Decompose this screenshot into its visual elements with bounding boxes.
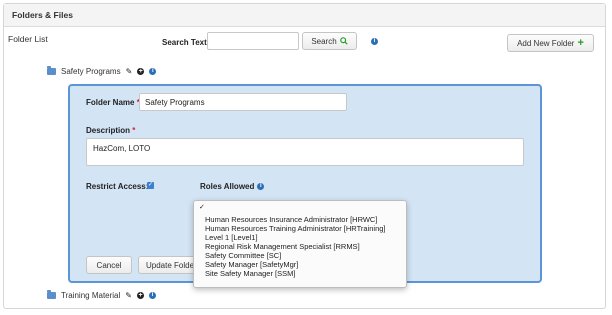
roles-allowed-text: Roles Allowed	[200, 182, 255, 191]
add-new-folder-button[interactable]: Add New Folder +	[507, 34, 594, 52]
folder-name-label-text: Folder Name	[86, 98, 135, 107]
folder-icon	[47, 290, 56, 299]
description-label-text: Description	[86, 126, 131, 135]
folder-item-training-material[interactable]: Training Material ✎ + i	[47, 290, 156, 300]
folder-name-label: Folder Name *	[86, 98, 140, 107]
folder-name[interactable]: Training Material	[61, 291, 120, 300]
folder-list-label: Folder List	[8, 34, 48, 44]
restrict-access-label: Restrict Access:	[86, 182, 149, 191]
pencil-icon[interactable]: ✎	[126, 67, 133, 76]
dropdown-selected-check[interactable]: ✓	[194, 203, 406, 215]
plus-icon: +	[577, 37, 584, 49]
restrict-access-checkbox[interactable]: ✓	[147, 182, 154, 189]
add-subfolder-icon[interactable]: +	[137, 68, 145, 75]
description-label: Description *	[86, 126, 135, 135]
add-new-folder-label: Add New Folder	[517, 38, 575, 48]
roles-info-icon[interactable]: i	[257, 183, 265, 190]
search-button[interactable]: Search	[302, 32, 357, 50]
roles-allowed-label: Roles Allowed i	[200, 182, 265, 191]
folder-info-icon[interactable]: i	[148, 292, 156, 299]
dropdown-option[interactable]: Human Resources Insurance Administrator …	[194, 215, 406, 224]
search-text-label: Search Text	[162, 38, 207, 47]
pencil-icon[interactable]: ✎	[125, 291, 132, 300]
dropdown-option[interactable]: Safety Committee [SC]	[194, 251, 406, 260]
required-marker: *	[132, 126, 136, 135]
dropdown-option[interactable]: Human Resources Training Administrator […	[194, 224, 406, 233]
dropdown-option[interactable]: Safety Manager [SafetyMgr]	[194, 260, 406, 269]
cancel-button[interactable]: Cancel	[86, 256, 132, 274]
folder-icon	[47, 66, 56, 75]
search-button-label: Search	[311, 36, 337, 46]
folder-name-input[interactable]	[139, 93, 347, 111]
dropdown-option[interactable]: Regional Risk Management Specialist [RRM…	[194, 242, 406, 251]
dropdown-option[interactable]: Site Safety Manager [SSM]	[194, 269, 406, 278]
panel-title: Folders & Files	[4, 4, 605, 27]
description-textarea[interactable]: HazCom, LOTO	[86, 138, 524, 166]
search-input[interactable]	[207, 32, 299, 50]
roles-dropdown-list[interactable]: ✓ Human Resources Insurance Administrato…	[193, 200, 407, 288]
update-folder-button[interactable]: Update Folder	[138, 256, 198, 274]
search-info-icon[interactable]: i	[371, 38, 378, 45]
search-icon	[339, 37, 348, 45]
folder-name[interactable]: Safety Programs	[61, 67, 121, 76]
folder-info-icon[interactable]: i	[149, 68, 157, 75]
add-subfolder-icon[interactable]: +	[136, 292, 144, 299]
folder-item-safety-programs[interactable]: Safety Programs ✎ + i	[47, 66, 157, 76]
dropdown-option[interactable]: Level 1 [Level1]	[194, 233, 406, 242]
